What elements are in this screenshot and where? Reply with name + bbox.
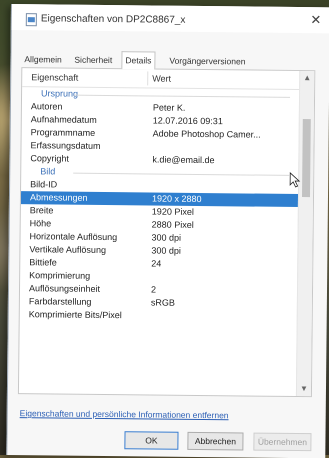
property-value: 1920 x 2880 <box>152 192 202 206</box>
vertical-scrollbar[interactable]: ▲ ▼ <box>296 71 314 396</box>
file-icon <box>26 13 37 26</box>
scroll-thumb[interactable] <box>302 119 311 197</box>
property-name: Abmessungen <box>30 191 88 205</box>
property-name: Höhe <box>30 217 52 230</box>
tab-vorgaengerversionen[interactable]: Vorgängerversionen <box>166 54 248 69</box>
property-name: Komprimierte Bits/Pixel <box>29 308 122 322</box>
property-name: Horizontale Auflösung <box>29 230 117 244</box>
property-value: Peter K. <box>153 101 186 114</box>
column-header-value[interactable]: Wert <box>152 73 171 83</box>
property-name: Programmname <box>31 126 96 140</box>
property-value: 300 dpi <box>151 244 181 257</box>
property-value: k.die@email.de <box>152 153 214 167</box>
details-panel: Eigenschaft Wert UrsprungAutoren Peter K.… <box>18 67 315 397</box>
property-value: 24 <box>151 257 161 270</box>
scroll-down-icon[interactable]: ▼ <box>297 382 311 396</box>
property-name: Komprimierung <box>29 269 90 283</box>
property-name: Auflösungseinheit <box>29 282 100 296</box>
column-header-property[interactable]: Eigenschaft <box>31 72 78 82</box>
group-label: Ursprung <box>41 87 78 100</box>
column-divider[interactable] <box>147 71 148 85</box>
property-value: Adobe Photoshop Camer... <box>153 127 261 141</box>
property-value: 2880 Pixel <box>152 218 194 231</box>
property-name: Breite <box>30 204 54 217</box>
window-title: Eigenschaften von DP2C8867_x <box>41 13 186 26</box>
property-value: 12.07.2016 09:31 <box>153 114 223 128</box>
property-value: sRGB <box>151 296 175 309</box>
property-name: Vertikale Auflösung <box>29 243 106 257</box>
property-name: Farbdarstellung <box>29 295 92 309</box>
property-name: Aufnahmedatum <box>31 113 97 127</box>
property-name: Bild-ID <box>30 178 57 191</box>
apply-button[interactable]: Übernehmen <box>253 433 311 452</box>
properties-dialog: Eigenschaften von DP2C8867_x ✕ Allgemein… <box>6 4 329 458</box>
close-icon[interactable]: ✕ <box>306 11 326 29</box>
cancel-button[interactable]: Abbrechen <box>187 432 243 451</box>
title-bar: Eigenschaften von DP2C8867_x ✕ <box>12 4 329 33</box>
scroll-up-icon[interactable]: ▲ <box>300 71 314 85</box>
tab-sicherheit[interactable]: Sicherheit <box>71 53 115 67</box>
property-value: 300 dpi <box>151 231 181 244</box>
tab-details[interactable]: Details <box>121 51 155 69</box>
tab-allgemein[interactable]: Allgemein <box>21 52 64 66</box>
property-name: Autoren <box>31 100 63 113</box>
ok-button[interactable]: OK <box>124 431 178 450</box>
group-label: Bild <box>40 165 55 178</box>
property-value: 2 <box>151 283 156 296</box>
property-list: UrsprungAutoren Peter K. Aufnahmedatum 12.0… <box>19 87 300 396</box>
table-row[interactable]: Komprimierte Bits/Pixel <box>20 308 298 324</box>
remove-properties-link[interactable]: Eigenschaften und persönliche Informatio… <box>20 408 229 420</box>
property-value: 1920 Pixel <box>152 205 194 218</box>
property-name: Erfassungsdatum <box>30 139 100 153</box>
mouse-pointer-icon <box>289 172 301 188</box>
property-name: Copyright <box>30 152 69 165</box>
property-name: Bittiefe <box>29 256 57 269</box>
